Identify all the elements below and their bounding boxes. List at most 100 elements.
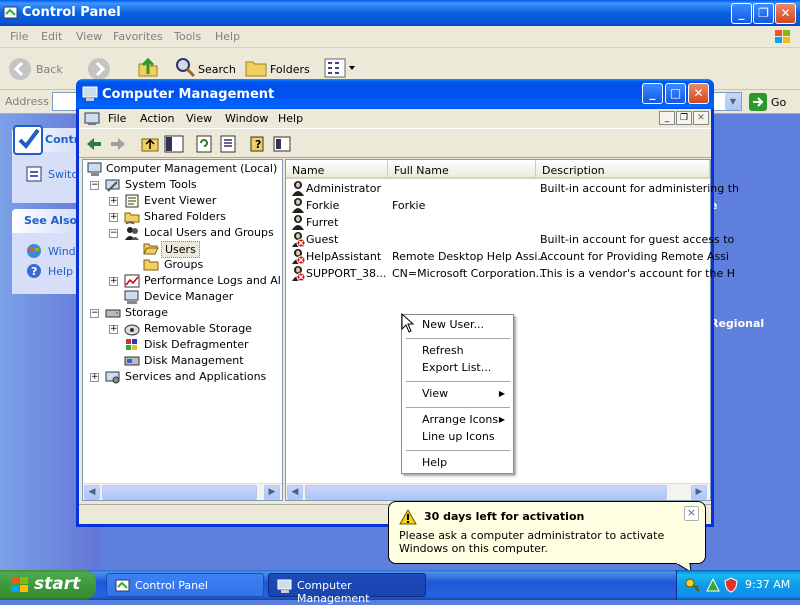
scroll-left-button[interactable]: ◀: [287, 485, 303, 500]
regional-category-link[interactable]: Regional: [710, 317, 764, 330]
start-button[interactable]: start: [0, 570, 96, 600]
expand-toggle[interactable]: +: [109, 213, 118, 222]
menu-tools[interactable]: Tools: [174, 30, 201, 43]
child-close-button[interactable]: ✕: [693, 111, 709, 125]
list-horizontal-scrollbar[interactable]: ◀ ▶: [286, 483, 710, 500]
column-header-description[interactable]: Description: [536, 160, 710, 179]
search-button-label[interactable]: Search: [198, 63, 236, 76]
menu-item-refresh[interactable]: Refresh: [422, 344, 464, 361]
table-row[interactable]: Guest Built-in account for guest access t…: [290, 231, 734, 248]
export-list-icon[interactable]: [217, 133, 239, 155]
up-folder-icon[interactable]: [136, 56, 160, 80]
tree-item-removable-storage[interactable]: + Removable Storage: [85, 321, 281, 337]
tree-item-services-applications[interactable]: + Services and Applications: [85, 369, 281, 385]
menu-item-view[interactable]: View: [422, 387, 448, 404]
show-hide-tree-icon[interactable]: [163, 133, 185, 155]
collapse-toggle[interactable]: −: [90, 309, 99, 318]
tree-item-performance-logs[interactable]: + Performance Logs and Alerts: [85, 273, 281, 289]
security-shield-icon[interactable]: [723, 577, 739, 593]
expand-toggle[interactable]: +: [109, 197, 118, 206]
forward-arrow-icon[interactable]: [87, 57, 111, 81]
column-header-full-name[interactable]: Full Name: [388, 160, 536, 179]
scroll-thumb[interactable]: [305, 485, 667, 500]
folders-icon[interactable]: [244, 56, 268, 80]
go-arrow-icon[interactable]: [749, 93, 767, 111]
control-panel-title-bar[interactable]: Control Panel _ ❐ ✕: [0, 0, 800, 26]
cm-menu-help[interactable]: Help: [278, 112, 303, 125]
taskbar-button-control-panel[interactable]: Control Panel: [106, 573, 264, 597]
cm-close-button[interactable]: ✕: [688, 83, 709, 104]
expand-toggle[interactable]: +: [90, 373, 99, 382]
tree-item-disk-management[interactable]: Disk Management: [85, 353, 281, 369]
menu-item-line-up-icons[interactable]: Line up Icons: [422, 430, 495, 447]
tree-item-local-users-groups[interactable]: − Local Users and Groups: [85, 225, 281, 241]
tree-horizontal-scrollbar[interactable]: ◀ ▶: [83, 483, 282, 500]
cm-maximize-button[interactable]: □: [665, 83, 686, 104]
tree-item-device-manager[interactable]: Device Manager: [85, 289, 281, 305]
table-row[interactable]: SUPPORT_38... CN=Microsoft Corporation...…: [290, 265, 735, 282]
taskbar-button-computer-management[interactable]: Computer Management: [268, 573, 426, 605]
menu-edit[interactable]: Edit: [41, 30, 62, 43]
minimize-button[interactable]: _: [731, 3, 752, 24]
tree-item-shared-folders[interactable]: + Shared Folders: [85, 209, 281, 225]
cm-menu-action[interactable]: Action: [140, 112, 174, 125]
close-button[interactable]: ✕: [775, 3, 796, 24]
help-icon[interactable]: ?: [247, 133, 269, 155]
menu-help[interactable]: Help: [215, 30, 240, 43]
menu-item-help[interactable]: Help: [422, 456, 447, 473]
defrag-icon: [126, 339, 137, 350]
tree-item-system-tools[interactable]: − System Tools: [85, 177, 281, 193]
refresh-icon[interactable]: [193, 133, 215, 155]
child-restore-button[interactable]: ❐: [676, 111, 692, 125]
tree-item-storage[interactable]: − Storage: [85, 305, 281, 321]
table-row[interactable]: Furret: [290, 214, 708, 231]
mmc-doc-icon[interactable]: [84, 111, 100, 127]
tree-item-event-viewer[interactable]: + Event Viewer: [85, 193, 281, 209]
cm-menu-view[interactable]: View: [186, 112, 212, 125]
tree-item-users[interactable]: Users: [85, 241, 281, 258]
cm-menu-window[interactable]: Window: [225, 112, 268, 125]
child-minimize-button[interactable]: _: [659, 111, 675, 125]
folders-button-label[interactable]: Folders: [270, 63, 310, 76]
cm-minimize-button[interactable]: _: [642, 83, 663, 104]
search-icon[interactable]: [174, 56, 198, 80]
table-row[interactable]: Forkie Forkie: [290, 197, 708, 214]
menu-item-new-user[interactable]: New User...: [422, 318, 484, 335]
scroll-right-button[interactable]: ▶: [691, 485, 707, 500]
menu-item-export-list[interactable]: Export List...: [422, 361, 491, 378]
tree-item-computer-management[interactable]: Computer Management (Local): [85, 161, 281, 177]
balloon-close-button[interactable]: ×: [684, 506, 699, 521]
forward-icon[interactable]: [107, 133, 129, 155]
clock[interactable]: 9:37 AM: [745, 578, 790, 591]
menu-view[interactable]: View: [76, 30, 102, 43]
collapse-toggle[interactable]: −: [109, 229, 118, 238]
address-dropdown-button[interactable]: ▼: [725, 93, 741, 110]
table-row[interactable]: HelpAssistant Remote Desktop Help Assi...…: [290, 248, 729, 265]
up-one-level-icon[interactable]: [139, 133, 161, 155]
cm-menu-file[interactable]: File: [108, 112, 126, 125]
collapse-toggle[interactable]: −: [90, 181, 99, 190]
menu-favorites[interactable]: Favorites: [113, 30, 163, 43]
scroll-thumb[interactable]: [102, 485, 257, 500]
computer-management-title-bar[interactable]: Computer Management _ □ ✕: [76, 79, 714, 109]
expand-toggle[interactable]: +: [109, 277, 118, 286]
views-icon[interactable]: [324, 58, 356, 78]
menu-item-arrange-icons[interactable]: Arrange Icons: [422, 413, 498, 430]
menu-file[interactable]: File: [10, 30, 28, 43]
scroll-left-button[interactable]: ◀: [84, 485, 100, 500]
network-icon[interactable]: [705, 577, 721, 593]
activation-key-icon[interactable]: [685, 577, 701, 593]
expand-toggle[interactable]: +: [109, 325, 118, 334]
tree-item-groups[interactable]: Groups: [85, 257, 281, 273]
table-row[interactable]: Administrator Built-in account for admini…: [290, 180, 739, 197]
balloon-message[interactable]: Please ask a computer administrator to a…: [399, 529, 695, 555]
go-button-label[interactable]: Go: [771, 96, 786, 109]
back-button-label[interactable]: Back: [36, 63, 63, 76]
tree-item-disk-defragmenter[interactable]: Disk Defragmenter: [85, 337, 281, 353]
back-arrow-icon[interactable]: [8, 57, 32, 81]
scroll-right-button[interactable]: ▶: [264, 485, 280, 500]
maximize-button[interactable]: ❐: [753, 3, 774, 24]
back-icon[interactable]: [83, 133, 105, 155]
column-header-name[interactable]: Name: [286, 160, 388, 179]
properties-icon[interactable]: [271, 133, 293, 155]
